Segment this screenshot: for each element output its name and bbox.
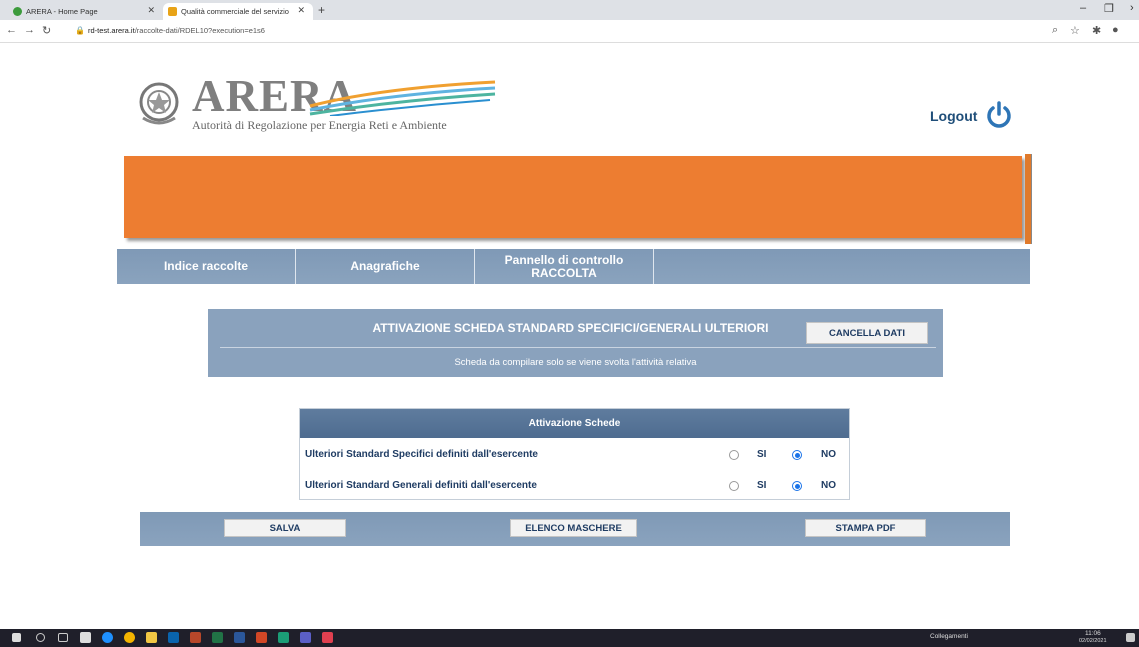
- url-field[interactable]: rd-test.arera.it/raccolte-dati/RDEL10?ex…: [88, 26, 265, 35]
- radio-si-generali[interactable]: [729, 481, 739, 491]
- clock-date: 02/02/2021: [1079, 638, 1107, 644]
- table-row: Ulteriori Standard Generali definiti dal…: [300, 471, 849, 501]
- table-row: Ulteriori Standard Specifici definiti da…: [300, 440, 849, 470]
- minimize-icon[interactable]: –: [1080, 2, 1086, 14]
- mail-icon[interactable]: [80, 632, 91, 643]
- browser-tab-bar: ARERA - Home Page ✕ Qualità commerciale …: [0, 0, 1139, 20]
- radio-si-specifici[interactable]: [729, 450, 739, 460]
- radio-label-no: NO: [821, 449, 836, 460]
- windows-taskbar: Collegamenti 11:06 02/02/2021: [0, 629, 1139, 647]
- word-icon[interactable]: [234, 632, 245, 643]
- file-explorer-icon[interactable]: [146, 632, 157, 643]
- row-label: Ulteriori Standard Specifici definiti da…: [305, 449, 538, 460]
- close-tab-icon[interactable]: ✕: [147, 5, 155, 16]
- teams-icon[interactable]: [300, 632, 311, 643]
- start-icon[interactable]: [12, 633, 21, 642]
- task-view-icon[interactable]: [58, 633, 68, 642]
- extensions-icon[interactable]: ✱: [1092, 24, 1101, 37]
- radio-label-no: NO: [821, 480, 836, 491]
- nav-pannello-line2: RACCOLTA: [531, 265, 597, 280]
- radio-no-generali[interactable]: [792, 481, 802, 491]
- close-window-icon[interactable]: ›: [1130, 2, 1134, 14]
- elenco-maschere-button[interactable]: ELENCO MASCHERE: [510, 519, 637, 537]
- nav-divider: [653, 249, 654, 284]
- section-subtitle: Scheda da compilare solo se viene svolta…: [454, 357, 697, 368]
- browser-tab-arera-home[interactable]: ARERA - Home Page ✕: [8, 3, 163, 20]
- power-icon[interactable]: [985, 100, 1013, 128]
- nav-pannello-controllo[interactable]: Pannello di controllo RACCOLTA: [475, 249, 653, 284]
- nav-indice-raccolte[interactable]: Indice raccolte: [117, 249, 295, 284]
- forward-icon[interactable]: →: [24, 24, 35, 36]
- main-nav: Indice raccolte Anagrafiche Pannello di …: [117, 249, 1030, 284]
- app-icon-red[interactable]: [322, 632, 333, 643]
- bookmark-star-icon[interactable]: ☆: [1070, 24, 1080, 37]
- close-tab-icon[interactable]: ✕: [297, 5, 305, 16]
- profile-icon[interactable]: ●: [1112, 24, 1119, 36]
- powerpoint-icon[interactable]: [256, 632, 267, 643]
- republic-emblem-icon: [139, 82, 179, 125]
- row-label: Ulteriori Standard Generali definiti dal…: [305, 480, 537, 491]
- tab-title: Qualità commerciale del servizio: [181, 7, 289, 16]
- salva-button[interactable]: SALVA: [224, 519, 346, 537]
- action-bar: SALVA ELENCO MASCHERE STAMPA PDF: [140, 512, 1010, 546]
- tab-title: ARERA - Home Page: [26, 7, 98, 16]
- stampa-pdf-button[interactable]: STAMPA PDF: [805, 519, 926, 537]
- table-header: Attivazione Schede: [300, 409, 849, 438]
- zoom-icon[interactable]: ⌕: [1052, 24, 1058, 37]
- restore-icon[interactable]: ❐: [1104, 2, 1114, 15]
- notification-icon[interactable]: [1126, 633, 1135, 642]
- logo-subtitle: Autorità di Regolazione per Energia Reti…: [192, 118, 447, 132]
- excel-icon[interactable]: [212, 632, 223, 643]
- logout-link[interactable]: Logout: [930, 108, 977, 124]
- links-label[interactable]: Collegamenti: [930, 633, 968, 640]
- banner-edge: [1025, 154, 1032, 244]
- chrome-icon[interactable]: [124, 632, 135, 643]
- search-icon[interactable]: [36, 633, 45, 642]
- nav-anagrafiche[interactable]: Anagrafiche: [296, 249, 474, 284]
- divider: [220, 347, 936, 348]
- logo-waves: [309, 80, 496, 116]
- app-icon[interactable]: [278, 632, 289, 643]
- radio-no-specifici[interactable]: [792, 450, 802, 460]
- section-info-box: ATTIVAZIONE SCHEDA STANDARD SPECIFICI/GE…: [208, 309, 943, 377]
- lock-icon: 🔒: [75, 26, 85, 35]
- nav-pannello-line1: Pannello di controllo: [504, 252, 624, 267]
- new-tab-icon[interactable]: +: [318, 3, 325, 17]
- browser-tab-qualita[interactable]: Qualità commerciale del servizio ✕: [163, 3, 313, 20]
- edge-icon[interactable]: [102, 632, 113, 643]
- address-bar: ← → ↻ 🔒 rd-test.arera.it/raccolte-dati/R…: [0, 20, 1139, 43]
- clock-time: 11:06: [1085, 630, 1101, 637]
- arera-favicon-icon: [13, 7, 22, 16]
- attivazione-table: Attivazione Schede Ulteriori Standard Sp…: [299, 408, 850, 500]
- orange-banner: [124, 156, 1022, 238]
- reload-icon[interactable]: ↻: [42, 24, 51, 37]
- page-favicon-icon: [168, 7, 177, 16]
- access-icon[interactable]: [190, 632, 201, 643]
- outlook-icon[interactable]: [168, 632, 179, 643]
- radio-label-si: SI: [757, 480, 767, 491]
- cancella-dati-button[interactable]: CANCELLA DATI: [806, 322, 928, 344]
- back-icon[interactable]: ←: [6, 24, 17, 36]
- radio-label-si: SI: [757, 449, 767, 460]
